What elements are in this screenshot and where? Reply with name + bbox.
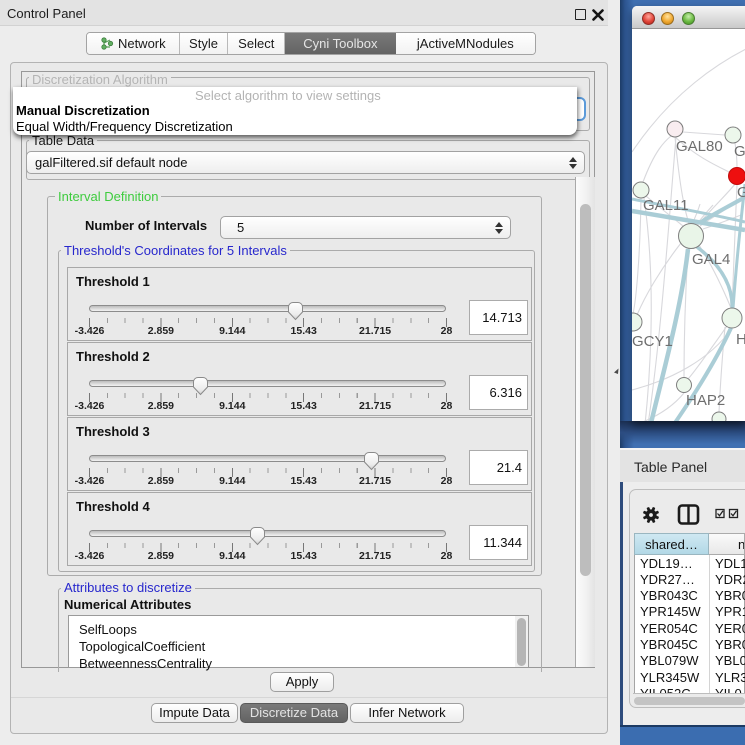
svg-text:GAL80: GAL80: [676, 138, 723, 155]
svg-text:HAP2: HAP2: [686, 392, 725, 409]
svg-text:GCY1: GCY1: [632, 333, 673, 350]
svg-text:GAL11: GAL11: [643, 197, 689, 214]
svg-text:HA: HA: [736, 331, 745, 348]
svg-text:G: G: [737, 184, 745, 201]
svg-text:GA: GA: [734, 143, 745, 160]
svg-text:GAL4: GAL4: [692, 251, 730, 268]
